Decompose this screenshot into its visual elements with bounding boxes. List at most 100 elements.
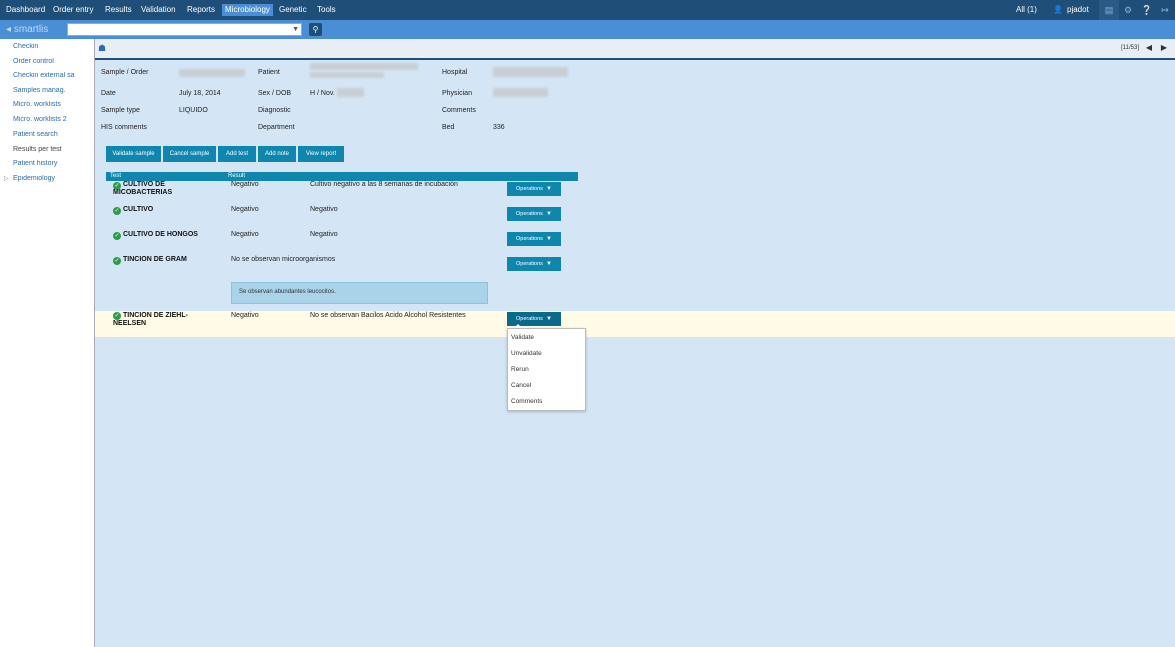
operations-button[interactable]: Operations ▼ xyxy=(507,257,561,271)
search-bar: ◂ smartlis ▼ ⚲ xyxy=(0,20,1175,39)
menu-item-comments[interactable]: Comments xyxy=(511,398,542,405)
validated-check-icon: ✓ xyxy=(113,207,121,215)
sex-dob-value: H / Nov. xyxy=(310,90,335,97)
menu-item-unvalidate[interactable]: Unvalidate xyxy=(511,350,542,357)
test-name: TINCION DE GRAM xyxy=(123,256,187,263)
column-header-result: Result xyxy=(228,173,246,179)
operations-button[interactable]: Operations ▼ xyxy=(507,207,561,221)
sidebar-toggle-icon[interactable]: ▤ xyxy=(1099,0,1119,20)
his-comments-label: HIS comments xyxy=(101,124,147,131)
test-note: Se observan abundantes leucocitos. xyxy=(231,282,488,304)
chevron-down-icon[interactable]: ▼ xyxy=(292,24,299,35)
nav-results[interactable]: Results xyxy=(105,0,132,20)
patient-value xyxy=(310,63,418,70)
sidebar-item-checkin[interactable]: Checkin xyxy=(13,43,93,50)
sidebar-item-results-per-test[interactable]: Results per test xyxy=(13,146,93,153)
test-comment: Cultivo negativo a las 8 semanas de incu… xyxy=(310,181,458,188)
search-input[interactable]: ▼ xyxy=(67,23,302,36)
add-test-button[interactable]: Add test xyxy=(218,146,256,162)
menu-item-validate[interactable]: Validate xyxy=(511,334,534,341)
nav-validation[interactable]: Validation xyxy=(141,0,176,20)
sample-type-value: LIQUIDO xyxy=(179,107,208,114)
validated-check-icon: ✓ xyxy=(113,232,121,240)
sidebar-item-micro-worklists-2[interactable]: Micro. worklists 2 xyxy=(13,116,93,123)
add-note-button[interactable]: Add note xyxy=(258,146,296,162)
patient-label: Patient xyxy=(258,69,280,76)
results-table-header: Test Result xyxy=(106,172,578,181)
expand-icon[interactable]: ▷ xyxy=(4,175,9,182)
nav-genetic[interactable]: Genetic xyxy=(279,0,307,20)
test-comment: Negativo xyxy=(310,231,338,238)
sidebar-item-patient-history[interactable]: Patient history xyxy=(13,160,93,167)
sidebar-item-micro-worklists[interactable]: Micro. worklists xyxy=(13,101,93,108)
next-page-icon[interactable]: ▶ xyxy=(1161,43,1167,52)
department-label: Department xyxy=(258,124,295,131)
bed-value: 336 xyxy=(493,124,505,131)
test-result: Negativo xyxy=(231,231,259,238)
pager-label: [11/53] xyxy=(1121,45,1139,51)
menu-item-rerun[interactable]: Rerun xyxy=(511,366,529,373)
all-count-link[interactable]: All (1) xyxy=(1016,0,1037,20)
sex-dob-label: Sex / DOB xyxy=(258,90,292,97)
test-comment: No se observan Bacilos Acido Alcohol Res… xyxy=(310,312,466,319)
test-name: TINCION DE ZIEHL- NEELSEN xyxy=(113,312,188,327)
patient-value-2 xyxy=(310,72,384,78)
test-comment: Negativo xyxy=(310,206,338,213)
view-report-button[interactable]: View report xyxy=(298,146,344,162)
caret-down-icon: ▼ xyxy=(546,186,552,192)
brand-logo: ◂ smartlis xyxy=(6,24,49,35)
test-result: Negativo xyxy=(231,181,259,188)
user-name[interactable]: pjadot xyxy=(1067,0,1089,20)
test-result: Negativo xyxy=(231,206,259,213)
date-label: Date xyxy=(101,90,116,97)
nav-microbiology[interactable]: Microbiology xyxy=(222,4,273,16)
hospital-label: Hospital xyxy=(442,69,468,76)
bed-label: Bed xyxy=(442,124,455,131)
nav-dashboard[interactable]: Dashboard xyxy=(6,0,45,20)
caret-down-icon: ▼ xyxy=(546,211,552,217)
test-name: CULTIVO DE HONGOS xyxy=(123,231,198,238)
caret-down-icon: ▼ xyxy=(546,236,552,242)
operations-button[interactable]: Operations ▼ xyxy=(507,232,561,246)
caret-down-icon: ▼ xyxy=(546,261,552,267)
nav-reports[interactable]: Reports xyxy=(187,0,215,20)
validate-sample-button[interactable]: Validate sample xyxy=(106,146,161,162)
gear-icon[interactable]: ⚙ xyxy=(1118,0,1138,20)
sample-order-label: Sample / Order xyxy=(101,69,149,76)
content-toolbar: ☗ [11/53] ◀ ▶ xyxy=(95,39,1175,60)
sidebar-item-epidemiology[interactable]: Epidemiology xyxy=(13,175,93,182)
prev-page-icon[interactable]: ◀ xyxy=(1146,43,1152,52)
cancel-sample-button[interactable]: Cancel sample xyxy=(163,146,216,162)
menu-item-cancel[interactable]: Cancel xyxy=(511,382,531,389)
help-icon[interactable]: ❔ xyxy=(1137,0,1157,20)
sidebar-item-patient-search[interactable]: Patient search xyxy=(13,131,93,138)
comments-label: Comments xyxy=(442,107,476,114)
sidebar-item-order-control[interactable]: Order control xyxy=(13,58,93,65)
test-result: Negativo xyxy=(231,312,259,319)
physician-label: Physician xyxy=(442,90,472,97)
nav-order-entry[interactable]: Order entry xyxy=(53,0,93,20)
sidebar: Checkin Order control Checkin external s… xyxy=(0,39,95,647)
sample-type-label: Sample type xyxy=(101,107,140,114)
user-icon: 👤 xyxy=(1053,5,1063,14)
dob-redacted xyxy=(337,88,364,97)
test-name: CULTIVO DE MICOBACTERIAS xyxy=(113,181,173,196)
column-header-test: Test xyxy=(110,173,122,179)
sample-order-value xyxy=(179,69,245,77)
caret-down-icon: ▼ xyxy=(546,316,552,322)
operations-button[interactable]: Operations ▼ xyxy=(507,182,561,196)
sidebar-item-samples-manag[interactable]: Samples manag. xyxy=(13,87,93,94)
operations-menu: Validate Unvalidate Rerun Cancel Comment… xyxy=(507,328,586,411)
diagnostic-label: Diagnostic xyxy=(258,107,291,114)
hospital-value xyxy=(493,67,568,77)
logout-icon[interactable]: ↦ xyxy=(1155,0,1175,20)
sidebar-item-checkin-external[interactable]: Checkin external sa xyxy=(13,72,93,79)
validated-check-icon: ✓ xyxy=(113,257,121,265)
physician-value xyxy=(493,88,548,97)
nav-tools[interactable]: Tools xyxy=(317,0,336,20)
search-button[interactable]: ⚲ xyxy=(309,23,322,36)
date-value: July 18, 2014 xyxy=(179,90,221,97)
test-name: CULTIVO xyxy=(123,206,154,213)
test-result: No se observan microorganismos xyxy=(231,256,336,263)
home-icon[interactable]: ☗ xyxy=(98,43,106,54)
